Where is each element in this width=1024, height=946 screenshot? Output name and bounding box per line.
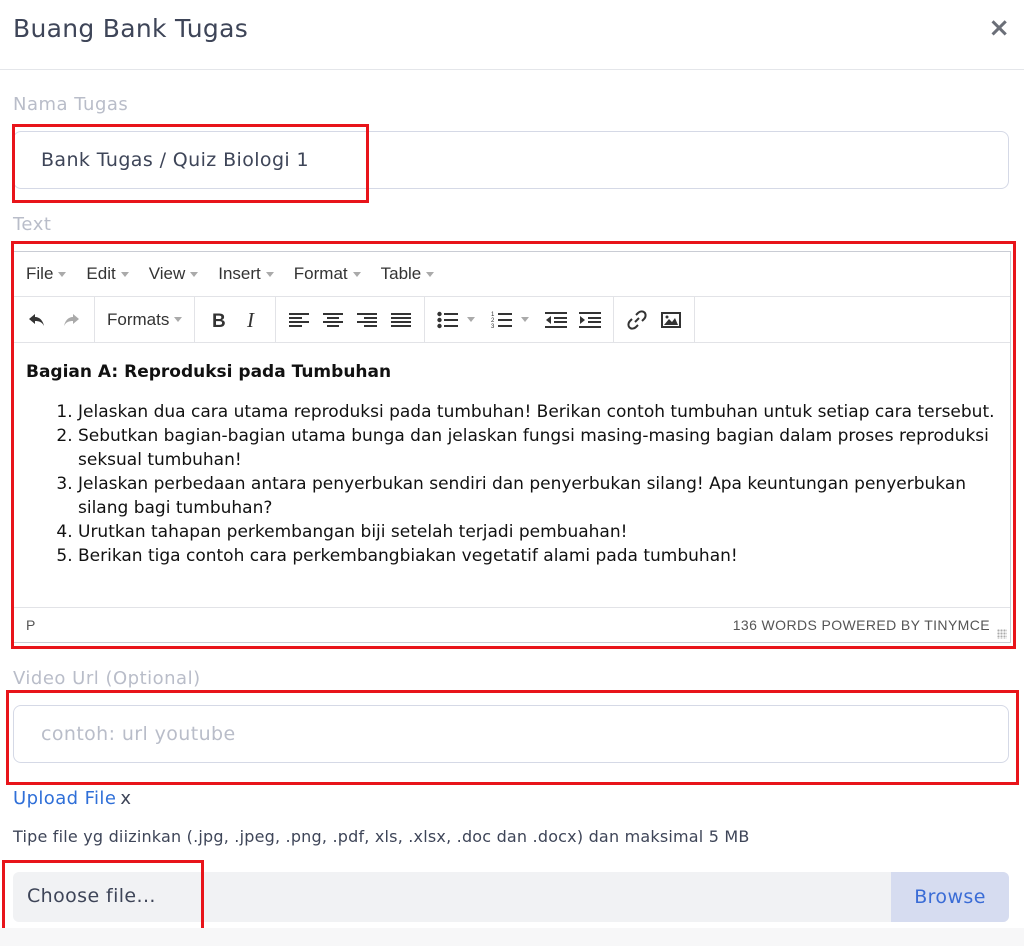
file-type-hint: Tipe file yg diizinkan (.jpg, .jpeg, .pn… (13, 827, 750, 846)
menu-view[interactable]: View (149, 264, 199, 284)
caret-down-icon (174, 317, 183, 322)
caret-down-icon (265, 271, 274, 277)
align-justify-icon[interactable] (384, 304, 418, 336)
dialog-title: Buang Bank Tugas (13, 14, 249, 43)
align-center-icon[interactable] (316, 304, 350, 336)
editor-heading: Bagian A: Reproduksi pada Tumbuhan (26, 362, 392, 382)
menu-format[interactable]: Format (294, 264, 361, 284)
redo-icon[interactable] (54, 304, 88, 336)
link-icon[interactable] (620, 304, 654, 336)
menu-insert[interactable]: Insert (218, 264, 274, 284)
formats-dropdown[interactable]: Formats (101, 310, 188, 330)
svg-text:I: I (246, 311, 255, 329)
caret-down-icon (190, 271, 199, 277)
nama-tugas-label: Nama Tugas (13, 94, 129, 115)
align-right-icon[interactable] (350, 304, 384, 336)
remove-upload-button[interactable]: x (120, 788, 131, 809)
editor-toolbar: Formats B I 1 2 3 (14, 296, 1010, 343)
video-url-input[interactable]: contoh: url youtube (13, 705, 1009, 763)
caret-down-icon[interactable] (467, 317, 476, 322)
video-url-placeholder: contoh: url youtube (41, 723, 236, 745)
dialog-footer-strip (0, 928, 1024, 946)
menu-table[interactable]: Table (381, 264, 435, 284)
insert-group (614, 296, 696, 343)
caret-down-icon (58, 271, 67, 277)
file-input-placeholder: Choose file... (27, 885, 156, 907)
numbered-list-icon[interactable]: 123 (485, 304, 519, 336)
nama-tugas-input[interactable]: Bank Tugas / Quiz Biologi 1 (13, 131, 1009, 189)
caret-down-icon[interactable] (521, 317, 530, 322)
question-list: Jelaskan dua cara utama reproduksi pada … (26, 400, 998, 568)
align-left-icon[interactable] (282, 304, 316, 336)
list-item: Sebutkan bagian-bagian utama bunga dan j… (78, 424, 998, 472)
element-path[interactable]: P (26, 617, 35, 633)
formats-group: Formats (95, 296, 196, 343)
video-url-label: Video Url (Optional) (13, 668, 201, 689)
dialog-header: Buang Bank Tugas × (0, 0, 1024, 70)
svg-text:3: 3 (491, 324, 495, 330)
rich-text-editor[interactable]: File Edit View Insert Format Table Forma… (13, 251, 1011, 643)
outdent-icon[interactable] (539, 304, 573, 336)
bold-icon[interactable]: B (201, 304, 235, 336)
editor-menubar: File Edit View Insert Format Table (14, 252, 1010, 297)
upload-row: Upload File x (13, 788, 131, 809)
list-item: Berikan tiga contoh cara perkembangbiaka… (78, 544, 998, 568)
indent-icon[interactable] (573, 304, 607, 336)
caret-down-icon (120, 271, 129, 277)
file-input[interactable]: Choose file... Browse (13, 872, 1009, 922)
align-group (276, 296, 426, 343)
editor-content[interactable]: Bagian A: Reproduksi pada Tumbuhan Jelas… (14, 343, 1010, 609)
list-group: 123 (425, 296, 615, 343)
menu-edit[interactable]: Edit (86, 264, 129, 284)
resize-handle-icon[interactable] (997, 629, 1007, 639)
list-item: Urutkan tahapan perkembangan biji setela… (78, 520, 998, 544)
italic-icon[interactable]: I (235, 304, 269, 336)
caret-down-icon (426, 271, 435, 277)
list-item: Jelaskan dua cara utama reproduksi pada … (78, 400, 998, 424)
nama-tugas-value: Bank Tugas / Quiz Biologi 1 (41, 149, 310, 171)
browse-button[interactable]: Browse (891, 872, 1009, 922)
word-count: 136 WORDS POWERED BY TINYMCE (732, 617, 990, 633)
caret-down-icon (352, 271, 361, 277)
text-label: Text (13, 214, 52, 235)
undo-icon[interactable] (20, 304, 54, 336)
svg-text:B: B (212, 311, 226, 329)
close-icon[interactable]: × (988, 14, 1010, 42)
editor-statusbar: P 136 WORDS POWERED BY TINYMCE (14, 607, 1010, 642)
style-group: B I (195, 296, 277, 343)
history-group (14, 296, 95, 343)
menu-file[interactable]: File (26, 264, 67, 284)
upload-file-link[interactable]: Upload File (13, 788, 116, 809)
bullet-list-icon[interactable] (431, 304, 465, 336)
image-icon[interactable] (654, 304, 688, 336)
list-item: Jelaskan perbedaan antara penyerbukan se… (78, 472, 998, 520)
